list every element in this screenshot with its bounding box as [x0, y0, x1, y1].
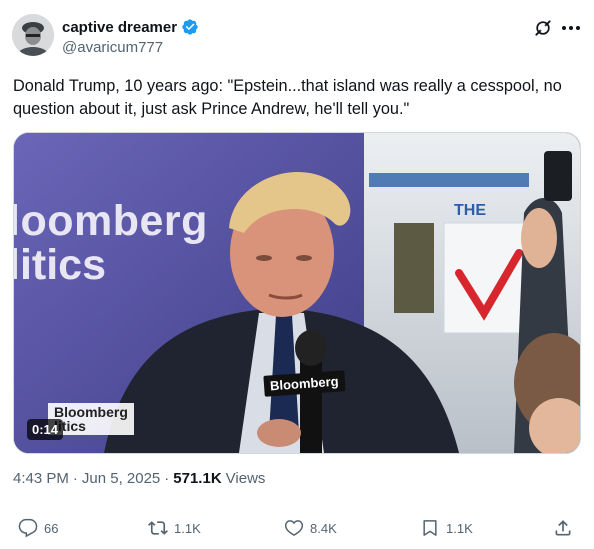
lower-third-line-1: Bloomberg [54, 404, 128, 420]
video-player[interactable]: THE loomberg litics Bloomberg litics Blo… [13, 132, 581, 454]
like-count: 8.4K [310, 520, 337, 536]
author-name-row: captive dreamer [62, 18, 199, 36]
side-sign-text: THE [454, 202, 486, 219]
action-bar: 66 1.1K 8.4K 1.1K [0, 514, 594, 544]
repost-count: 1.1K [174, 520, 201, 536]
meta-separator: · [72, 470, 78, 487]
more-options-icon[interactable] [560, 18, 582, 38]
views-label: Views [225, 470, 266, 487]
grok-icon[interactable] [533, 18, 553, 38]
tweet-card: captive dreamer @avaricum777 Donald Trum… [0, 0, 594, 549]
lower-third-line-2: litics [54, 418, 86, 434]
author-handle[interactable]: @avaricum777 [62, 39, 163, 56]
share-button[interactable] [553, 518, 573, 538]
views-count: 571.1K [173, 470, 222, 487]
reply-icon [18, 518, 38, 538]
verified-badge-icon [182, 19, 198, 35]
background-brand-text-2: litics [13, 241, 106, 289]
tweet-text: Donald Trump, 10 years ago: "Epstein...t… [13, 77, 562, 118]
tweet-date[interactable]: Jun 5, 2025 [82, 470, 160, 487]
author-display-name[interactable]: captive dreamer [62, 19, 177, 36]
repost-icon [148, 521, 168, 535]
reply-button[interactable]: 66 [18, 518, 58, 538]
background-brand-text-1: loomberg [13, 197, 208, 245]
avatar[interactable] [12, 14, 54, 56]
tweet-meta: 4:43 PM · Jun 5, 2025 · 571.1K Views [13, 470, 265, 487]
avatar-image [12, 14, 54, 56]
reply-count: 66 [44, 520, 59, 536]
bookmark-count: 1.1K [446, 520, 473, 536]
share-icon [555, 520, 571, 536]
repost-button[interactable]: 1.1K [148, 518, 201, 538]
meta-separator-2: · [164, 470, 170, 487]
tweet-time[interactable]: 4:43 PM [13, 470, 69, 487]
bookmark-button[interactable]: 1.1K [420, 518, 473, 538]
video-duration-badge: 0:14 [27, 419, 64, 440]
heart-icon [284, 520, 304, 536]
bookmark-icon [423, 520, 437, 536]
like-button[interactable]: 8.4K [284, 518, 337, 538]
